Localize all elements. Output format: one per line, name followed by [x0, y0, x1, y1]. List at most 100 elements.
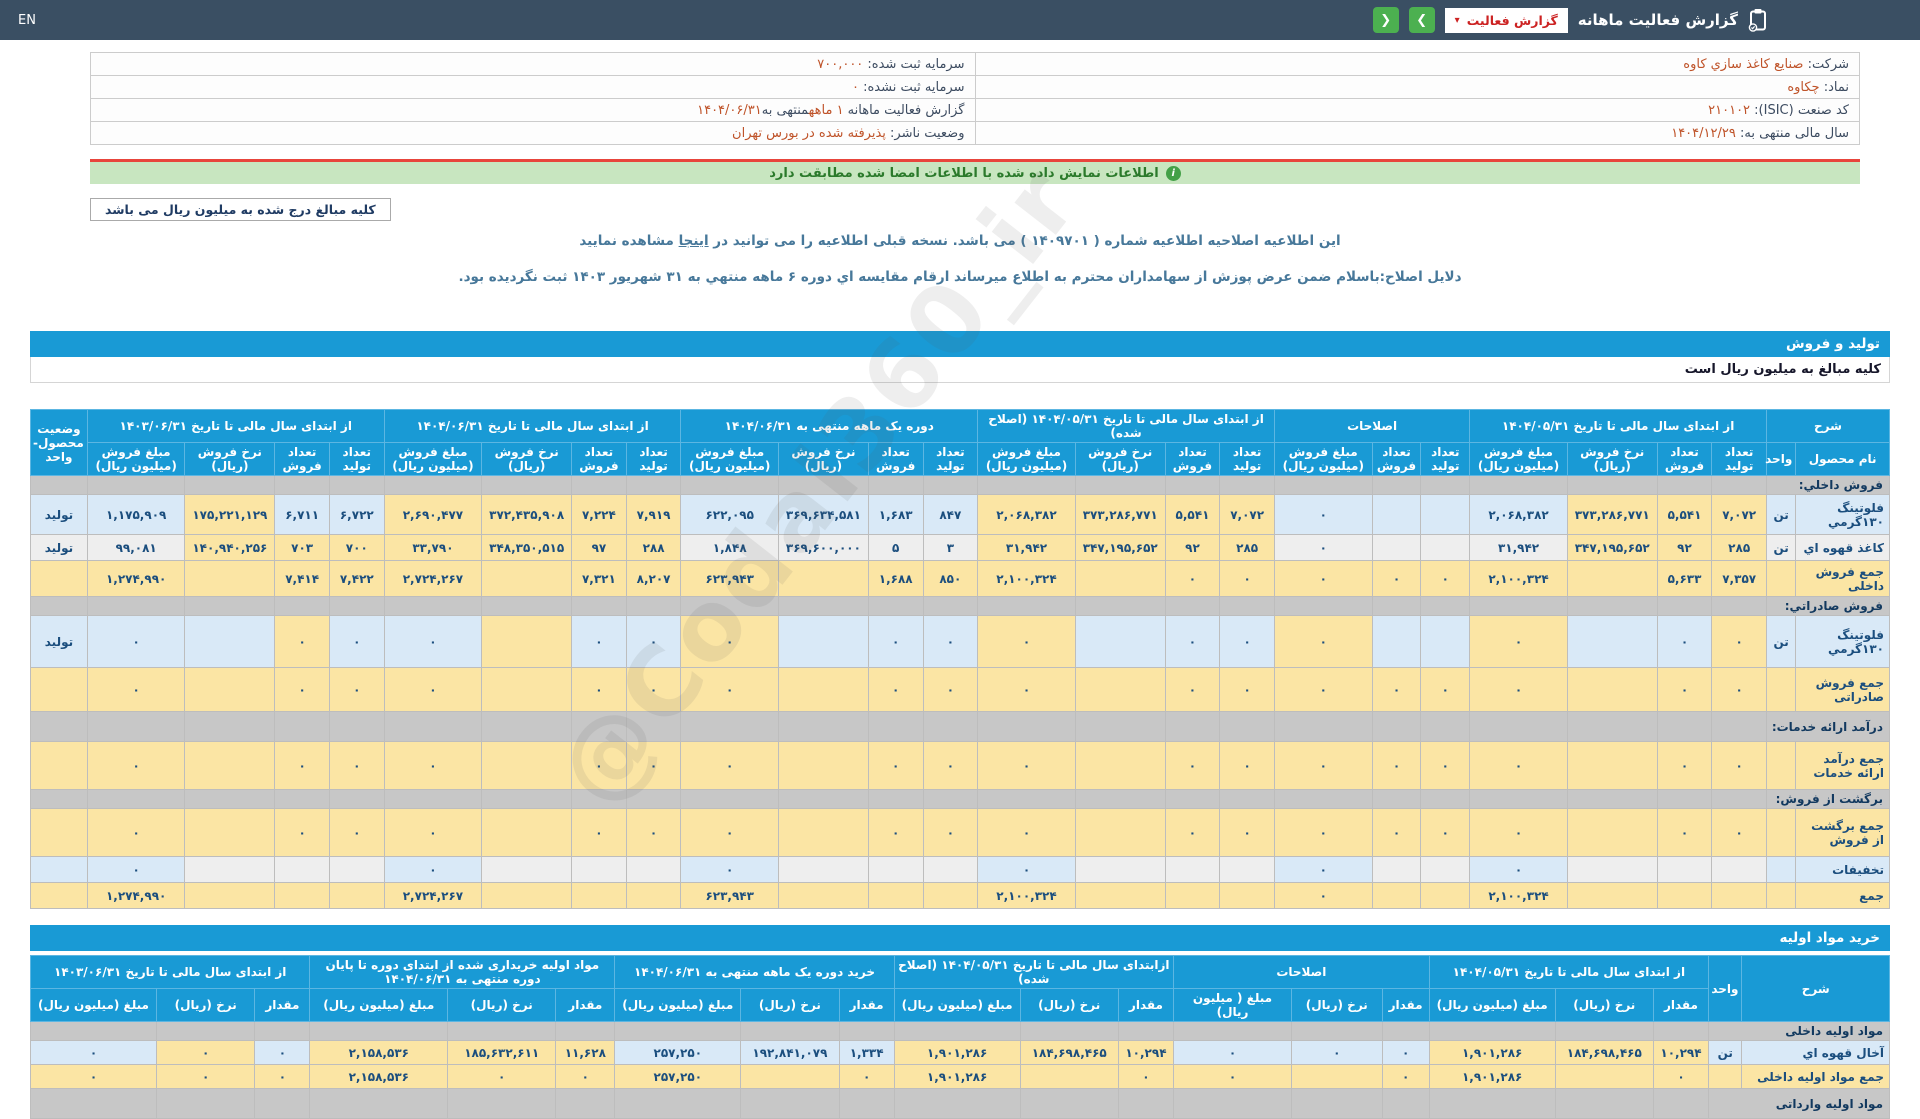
value-cell: ۰	[571, 615, 627, 668]
value-cell: ۰	[680, 615, 780, 668]
product-name-cell: فلوتینگ ۱۳۰گرمي	[1795, 494, 1890, 535]
category-cell	[1273, 596, 1373, 616]
table-row: جمع برگشت از فروش ۰ ۰ ۰ ۰ ۰ ۰ ۰ ۰ ۰ ۰ ۰ ۰ ۰ ۰ ۰ ۰ ۰ ۰	[30, 808, 1890, 857]
value-cell: ۰	[1656, 667, 1713, 712]
company-info-section: شرکت: صنایع کاغذ سازي کاوه سرمایه ثبت شده…	[90, 52, 1860, 184]
category-row: مواد اولیه وارداتی	[30, 1088, 1890, 1119]
value-cell: ۰	[1420, 741, 1471, 790]
unit-cell	[1765, 741, 1797, 790]
value-cell: ۰	[680, 667, 780, 712]
value-cell	[867, 882, 924, 909]
table-row: فلوتینگ ۱۳۰گرمي تن ۰ ۰ ۰ ۰ ۰ ۰ ۰ ۰ ۰ ۰ ۰ ۰ ۰ ۰ ۰ ۰ تولید	[30, 615, 1890, 668]
value-cell: ۳۴۸,۳۵۰,۵۱۵	[481, 534, 573, 561]
value-cell	[778, 882, 869, 909]
value-cell: ۸۴۷	[922, 494, 979, 535]
info-value: ۷۰۰,۰۰۰	[817, 56, 864, 72]
column-header: نرخ فروش (ریال)	[778, 442, 869, 476]
value-cell: ۰	[328, 741, 385, 790]
value-cell: ۲۵۷,۲۵۰	[614, 1064, 742, 1089]
category-cell	[1656, 789, 1713, 809]
category-cell	[1656, 711, 1713, 742]
table-row: جمع درآمد ارائه خدمات ۰ ۰ ۰ ۰ ۰ ۰ ۰ ۰ ۰ ۰ ۰ ۰ ۰ ۰ ۰ ۰ ۰ ۰	[30, 741, 1890, 790]
table-row: جمع فروش داخلی ۷,۳۵۷ ۵,۶۳۳ ۲,۱۰۰,۳۲۴ ۰ ۰ ۰ ۰ ۰ ۲,…	[30, 560, 1890, 597]
value-cell: ۰	[838, 1064, 895, 1089]
info-label: نماد:	[1819, 79, 1849, 95]
category-cell	[680, 711, 780, 742]
value-cell: ۲,۷۲۴,۲۶۷	[383, 882, 483, 909]
info-label: سال مالی منتهی به:	[1735, 125, 1849, 141]
category-cell	[184, 475, 276, 495]
value-cell	[481, 560, 573, 597]
product-name-cell: کاغذ قهوه اي	[1795, 534, 1890, 561]
value-cell: ۱۸۵,۶۳۲,۶۱۱	[447, 1040, 557, 1065]
value-cell: ۱۸۴,۶۹۸,۴۶۵	[1554, 1040, 1654, 1065]
column-header: نرخ (ریال)	[1554, 988, 1654, 1022]
value-cell: ۵,۵۴۱	[1164, 494, 1221, 535]
materials-table-container: شرح واحد از ابتدای سال مالی تا تاریخ ۱۴۰۴/…	[29, 955, 1890, 1119]
category-cell	[625, 711, 682, 742]
column-header: مقدار	[254, 988, 311, 1022]
value-cell: ۰	[1164, 667, 1221, 712]
value-cell: ۰	[1273, 534, 1373, 561]
category-cell	[1273, 711, 1373, 742]
column-header: تعداد فروش	[867, 442, 924, 476]
value-cell: ۰	[1469, 856, 1568, 883]
product-name-cell: تخفیفات	[1795, 856, 1890, 883]
value-cell	[1219, 856, 1275, 883]
value-cell: ۰	[1273, 494, 1373, 535]
value-cell: ۵	[867, 534, 924, 561]
value-cell: ۰	[625, 808, 682, 857]
value-cell: ۰	[977, 808, 1076, 857]
value-cell: ۰	[1469, 808, 1568, 857]
info-value: ۱ ماهه	[808, 102, 844, 118]
category-cell	[680, 475, 780, 495]
column-group-header: از ابتدای سال مالی تا تاریخ ۱۴۰۴/۰۵/۳۱ (…	[977, 409, 1275, 443]
value-cell: ۷۰۰	[328, 534, 385, 561]
value-cell	[1164, 856, 1221, 883]
column-group-header: شرح	[1766, 409, 1890, 443]
value-cell	[1371, 615, 1422, 668]
value-cell: ۳۶۹,۶۳۴,۵۸۱	[778, 494, 869, 535]
category-cell	[1566, 711, 1658, 742]
value-cell: ۰	[1164, 741, 1221, 790]
value-cell: ۰	[922, 615, 979, 668]
status-cell: تولید	[30, 615, 88, 668]
next-report-button[interactable]: ❯	[1408, 7, 1435, 33]
value-cell	[1566, 882, 1658, 909]
info-icon: i	[1165, 165, 1181, 181]
previous-version-link[interactable]: اینجا	[679, 233, 709, 249]
value-cell: ۱۷۵,۲۲۱,۱۲۹	[184, 494, 276, 535]
sales-table: شرح از ابتدای سال مالی تا تاریخ ۱۴۰۴/۰۵/۳…	[30, 409, 1890, 909]
value-cell: ۱۰,۲۹۴	[1117, 1040, 1174, 1065]
value-cell: ۰	[86, 856, 186, 883]
top-bar: گزارش فعالیت ماهانه گزارش فعالیت ▾ ❯ ❮ E…	[0, 0, 1920, 40]
category-cell	[977, 596, 1076, 616]
value-cell: ۰	[328, 615, 385, 668]
value-cell	[1711, 856, 1767, 883]
category-cell	[309, 1088, 449, 1119]
value-cell: ۱۸۴,۶۹۸,۴۶۵	[1019, 1040, 1119, 1065]
header-group-row: شرح از ابتدای سال مالی تا تاریخ ۱۴۰۴/۰۵/۳…	[30, 409, 1890, 476]
info-label: سرمایه ثبت نشده:	[858, 79, 965, 95]
value-cell: ۰	[86, 808, 186, 857]
column-header: مبلغ فروش (میلیون ریال)	[86, 442, 186, 476]
company-info-table: شرکت: صنایع کاغذ سازي کاوه سرمایه ثبت شده…	[90, 52, 1860, 145]
report-type-button[interactable]: گزارش فعالیت ▾	[1444, 7, 1568, 33]
category-cell	[1371, 475, 1422, 495]
category-cell	[1420, 596, 1471, 616]
category-cell	[1420, 475, 1471, 495]
value-cell	[1074, 667, 1166, 712]
value-cell: ۲,۱۰۰,۳۲۴	[1469, 560, 1568, 597]
language-toggle[interactable]: EN	[18, 13, 36, 28]
value-cell	[274, 882, 330, 909]
info-value: صنایع کاغذ سازي کاوه	[1683, 56, 1804, 72]
previous-report-button[interactable]: ❮	[1372, 7, 1399, 33]
column-group-header: از ابتدای سال مالی تا تاریخ ۱۴۰۳/۰۶/۳۱	[29, 955, 311, 989]
value-cell: ۰	[1711, 808, 1767, 857]
category-cell	[1291, 1021, 1383, 1041]
value-cell: ۰	[867, 667, 924, 712]
info-row: کد صنعت (ISIC): ۲۱۰۱۰۲ گزارش فعالیت ماهان…	[90, 98, 1860, 122]
value-cell	[1566, 741, 1658, 790]
category-cell	[1566, 789, 1658, 809]
value-cell: ۶,۷۱۱	[274, 494, 330, 535]
